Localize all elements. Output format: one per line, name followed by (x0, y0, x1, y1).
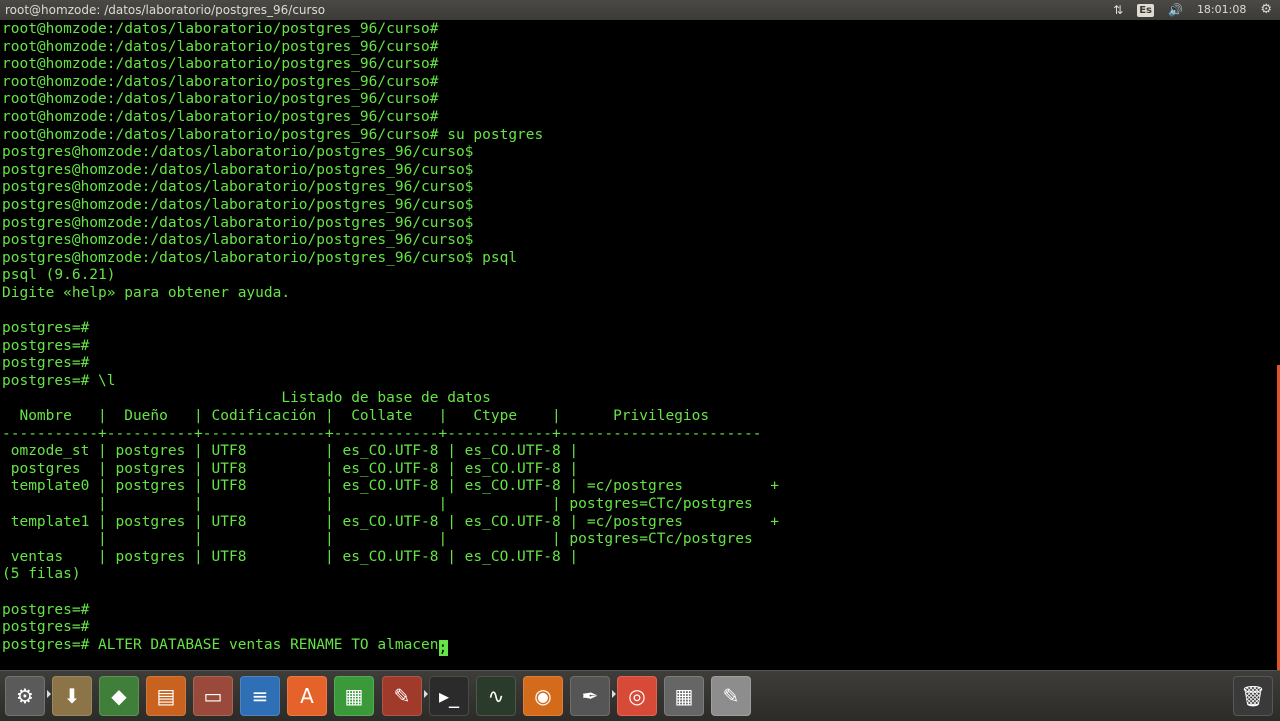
terminal-line: Listado de base de datos (2, 390, 491, 407)
terminal-history: root@homzode:/datos/laboratorio/postgres… (2, 21, 779, 635)
launcher-blender-icon[interactable]: ◉ (523, 676, 563, 716)
terminal-line: postgres=# \l (2, 372, 116, 389)
launcher-calc-icon[interactable]: ▦ (334, 676, 374, 716)
terminal-line: ventas | postgres | UTF8 | es_CO.UTF-8 |… (2, 548, 579, 565)
terminal-output: root@homzode:/datos/laboratorio/postgres… (2, 21, 779, 656)
keyboard-layout-indicator[interactable]: Es (1137, 3, 1154, 17)
launcher-system-monitor-icon[interactable]: ∿ (476, 676, 516, 716)
launcher-files-icon[interactable]: ⬇ (52, 676, 92, 716)
terminal-line: root@homzode:/datos/laboratorio/postgres… (2, 91, 439, 108)
terminal-line: postgres=# (2, 320, 90, 337)
running-indicator-icon (47, 690, 51, 698)
terminal-line: Nombre | Dueño | Codificación | Collate … (2, 408, 710, 425)
terminal-line: postgres@homzode:/datos/laboratorio/post… (2, 196, 474, 213)
terminal-line: postgres=# (2, 619, 90, 636)
terminal-line: root@homzode:/datos/laboratorio/postgres… (2, 126, 544, 143)
terminal-line: postgres@homzode:/datos/laboratorio/post… (2, 214, 474, 231)
launcher-trash-icon[interactable]: 🗑 (1233, 676, 1273, 716)
terminal-input-line[interactable]: postgres=# ALTER DATABASE ventas RENAME … (2, 637, 439, 653)
terminal-line: omzode_st | postgres | UTF8 | es_CO.UTF-… (2, 443, 579, 460)
terminal-line: psql (9.6.21) (2, 267, 116, 284)
terminal-line: postgres@homzode:/datos/laboratorio/post… (2, 144, 474, 161)
window-title: root@homzode: /datos/laboratorio/postgre… (5, 3, 326, 17)
launcher-calculator-icon[interactable]: ▦ (664, 676, 704, 716)
terminal-line: postgres=# (2, 601, 90, 618)
terminal-line: postgres=# (2, 355, 90, 372)
terminal-line: postgres@homzode:/datos/laboratorio/post… (2, 179, 474, 196)
terminal-window[interactable]: root@homzode:/datos/laboratorio/postgres… (0, 20, 1280, 670)
terminal-line: -----------+----------+--------------+--… (2, 425, 762, 442)
network-icon[interactable]: ⇅ (1113, 0, 1123, 20)
system-tray: ⇅ Es 🔊 18:01:08 ⚙ (1113, 0, 1280, 20)
volume-icon[interactable]: 🔊 (1168, 0, 1183, 20)
top-panel: root@homzode: /datos/laboratorio/postgre… (0, 0, 1280, 20)
terminal-line: | | | | | postgres=CTc/postgres (2, 496, 753, 513)
running-indicator-icon (612, 690, 616, 698)
terminal-line: Digite «help» para obtener ayuda. (2, 284, 291, 301)
terminal-line: template1 | postgres | UTF8 | es_CO.UTF-… (2, 513, 779, 530)
terminal-line: root@homzode:/datos/laboratorio/postgres… (2, 73, 439, 90)
terminal-line: template0 | postgres | UTF8 | es_CO.UTF-… (2, 478, 779, 495)
terminal-line: (5 filas) (2, 566, 81, 583)
unity-launcher: ⚙ ⬇ ◆ ▤ ▭ ≡ A ▦ ✎ ▸_ ∿ ◉ ✒ ◎ ▦ ✎ 🗑 (0, 670, 1280, 721)
running-indicator-icon (424, 690, 428, 698)
terminal-line: postgres=# (2, 337, 90, 354)
terminal-line: root@homzode:/datos/laboratorio/postgres… (2, 56, 439, 73)
terminal-line: postgres@homzode:/datos/laboratorio/post… (2, 161, 474, 178)
terminal-line: postgres@homzode:/datos/laboratorio/post… (2, 232, 474, 249)
launcher-android-studio-icon[interactable]: ◆ (99, 676, 139, 716)
power-gear-icon[interactable]: ⚙ (1260, 0, 1272, 20)
launcher-inkscape-icon[interactable]: ✒ (570, 676, 610, 716)
launcher-impress-icon[interactable]: ▤ (146, 676, 186, 716)
terminal-line: | | | | | postgres=CTc/postgres (2, 531, 753, 548)
terminal-line: root@homzode:/datos/laboratorio/postgres… (2, 38, 439, 55)
launcher-terminal-icon[interactable]: ▸_ (429, 676, 469, 716)
terminal-line: postgres@homzode:/datos/laboratorio/post… (2, 249, 518, 266)
launcher-writer-icon[interactable]: ≡ (240, 676, 280, 716)
terminal-line: root@homzode:/datos/laboratorio/postgres… (2, 108, 439, 125)
launcher-system-settings-icon[interactable]: ⚙ (5, 676, 45, 716)
clock[interactable]: 18:01:08 (1197, 0, 1246, 20)
terminal-cursor: ; (438, 639, 448, 656)
launcher-system-tools-icon[interactable]: ✎ (382, 676, 422, 716)
launcher-chrome-icon[interactable]: ◎ (617, 676, 657, 716)
launcher-text-editor-icon[interactable]: ✎ (711, 676, 751, 716)
launcher-file-archive-icon[interactable]: ▭ (193, 676, 233, 716)
terminal-line: postgres | postgres | UTF8 | es_CO.UTF-8… (2, 460, 579, 477)
launcher-software-center-icon[interactable]: A (287, 676, 327, 716)
terminal-line: root@homzode:/datos/laboratorio/postgres… (2, 21, 439, 37)
